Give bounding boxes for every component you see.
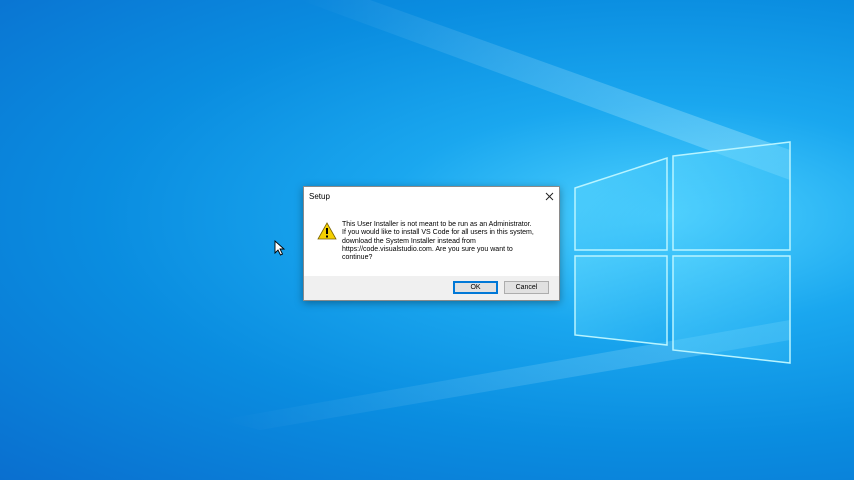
close-button[interactable] <box>539 187 559 205</box>
windows-logo-pane <box>574 255 668 346</box>
windows-logo-pane <box>672 255 791 364</box>
windows-logo-pane <box>574 156 668 251</box>
close-icon <box>545 192 553 200</box>
mouse-cursor-icon <box>274 240 286 256</box>
warning-icon <box>317 222 337 240</box>
windows-logo-pane <box>672 141 791 251</box>
dialog-footer: OK Cancel <box>304 276 559 300</box>
dialog-title: Setup <box>309 192 330 201</box>
cancel-button[interactable]: Cancel <box>504 281 549 294</box>
setup-dialog: Setup This User Installer is not meant t… <box>303 186 560 301</box>
desktop: Setup This User Installer is not meant t… <box>0 0 854 480</box>
dialog-titlebar[interactable]: Setup <box>304 187 559 207</box>
ok-button[interactable]: OK <box>453 281 498 294</box>
dialog-message: This User Installer is not meant to be r… <box>342 221 534 262</box>
